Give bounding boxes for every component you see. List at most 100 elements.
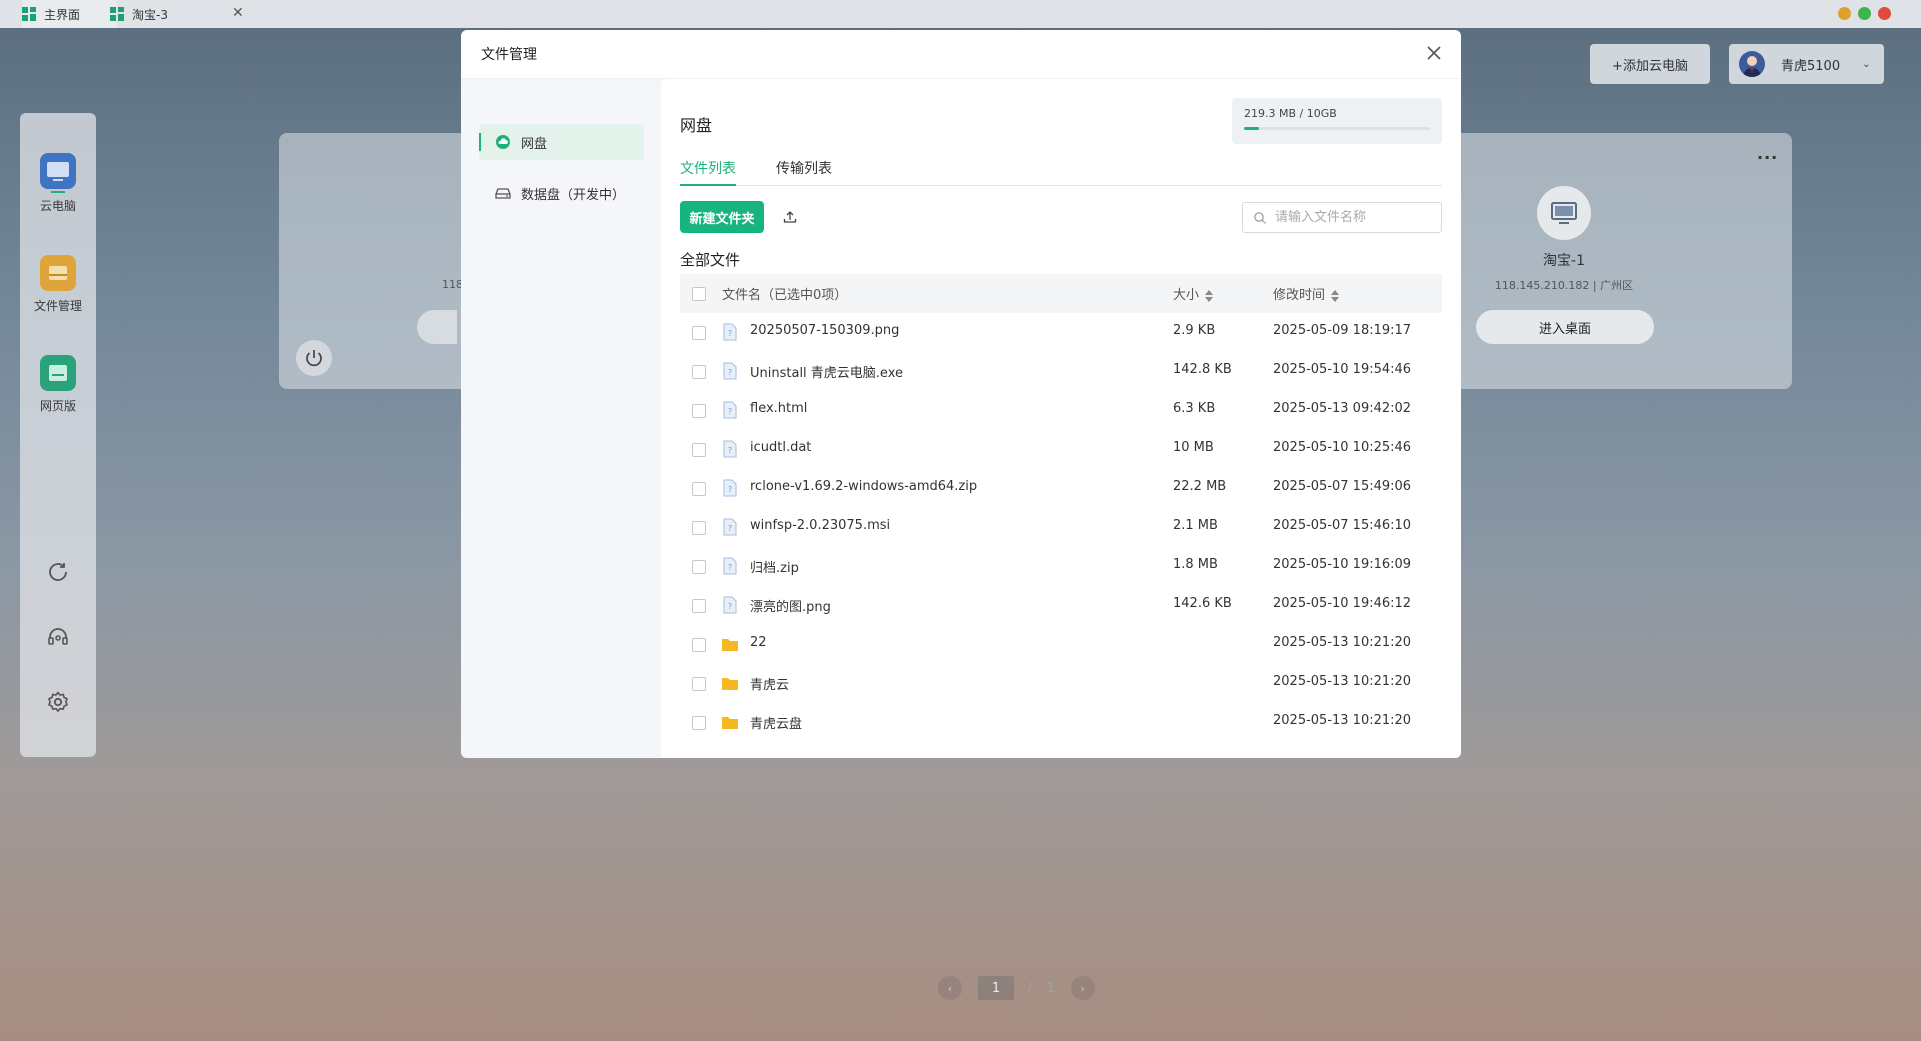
close-window-button[interactable] (1878, 7, 1891, 20)
search-input[interactable] (1275, 210, 1435, 225)
column-size[interactable]: 大小 (1173, 284, 1214, 303)
row-checkbox[interactable] (692, 716, 706, 730)
file-modified-time: 2025-05-10 19:46:12 (1273, 596, 1412, 611)
avatar (1739, 51, 1765, 77)
row-checkbox[interactable] (692, 599, 706, 613)
row-checkbox[interactable] (692, 638, 706, 652)
select-all-checkbox[interactable] (692, 287, 706, 301)
table-row[interactable]: ? flex.html 6.3 KB 2025-05-13 09:42:02 (680, 391, 1442, 430)
tab-taobao-label: 淘宝-3 (132, 7, 168, 22)
file-name[interactable]: 青虎云 (750, 674, 789, 693)
table-row[interactable]: 青虎云 2025-05-13 10:21:20 (680, 664, 1442, 703)
table-row[interactable]: ? 漂亮的图.png 142.6 KB 2025-05-10 19:46:12 (680, 586, 1442, 625)
tab-transfer-list[interactable]: 传输列表 (776, 158, 832, 178)
file-manager-dialog: 文件管理 网盘 数据盘（开发中） 网盘 219.3 MB / 10GB 文件列表… (461, 30, 1461, 758)
row-checkbox[interactable] (692, 365, 706, 379)
power-button[interactable] (296, 340, 332, 376)
tab-file-list[interactable]: 文件列表 (680, 158, 736, 186)
table-row[interactable]: ? 归档.zip 1.8 MB 2025-05-10 19:16:09 (680, 547, 1442, 586)
quota-fill (1244, 127, 1259, 130)
file-size: 22.2 MB (1173, 479, 1227, 494)
enter-desktop-button[interactable]: 进入桌面 (1476, 310, 1654, 344)
add-cloud-pc-button[interactable]: +添加云电脑 (1590, 44, 1710, 84)
app-grid-icon (22, 7, 36, 21)
column-time[interactable]: 修改时间 (1273, 284, 1340, 303)
file-name[interactable]: 22 (750, 635, 767, 650)
sidebar-item-label: 数据盘（开发中） (521, 187, 626, 203)
table-row[interactable]: ? 20250507-150309.png 2.9 KB 2025-05-09 18:… (680, 313, 1442, 352)
sidebar-item-data-disk[interactable]: 数据盘（开发中） (479, 175, 644, 211)
table-row[interactable]: 青虎云盘 2025-05-13 10:21:20 (680, 703, 1442, 742)
column-size-label: 大小 (1173, 288, 1200, 303)
hidden-pc-ip: 118 (442, 278, 463, 291)
table-row[interactable]: ? winfsp-2.0.23075.msi 2.1 MB 2025-05-07 15… (680, 508, 1442, 547)
row-checkbox[interactable] (692, 326, 706, 340)
row-checkbox[interactable] (692, 521, 706, 535)
table-row[interactable]: ? icudtl.dat 10 MB 2025-05-10 10:25:46 (680, 430, 1442, 469)
dialog-header: 文件管理 (461, 30, 1461, 79)
dock-item-web[interactable]: 网页版 (20, 355, 96, 414)
row-checkbox[interactable] (692, 677, 706, 691)
new-folder-button[interactable]: 新建文件夹 (680, 201, 764, 233)
minimize-button[interactable] (1838, 7, 1851, 20)
left-dock: 云电脑 文件管理 网页版 (20, 113, 96, 757)
close-icon[interactable] (1423, 42, 1445, 64)
table-row[interactable]: ? rclone-v1.69.2-windows-amd64.zip 22.2 MB… (680, 469, 1442, 508)
row-checkbox[interactable] (692, 404, 706, 418)
row-checkbox[interactable] (692, 560, 706, 574)
file-name[interactable]: 漂亮的图.png (750, 596, 831, 615)
file-size: 10 MB (1173, 440, 1214, 455)
more-options-icon[interactable]: ··· (1757, 148, 1778, 167)
gear-icon[interactable] (46, 690, 70, 714)
refresh-icon[interactable] (46, 560, 70, 584)
column-name: 文件名（已选中0项） (722, 288, 848, 303)
table-row[interactable]: ? Uninstall 青虎云电脑.exe 142.8 KB 2025-05-10 1… (680, 352, 1442, 391)
file-modified-time: 2025-05-13 09:42:02 (1273, 401, 1412, 416)
svg-text:?: ? (728, 485, 732, 494)
tab-close-icon[interactable]: ✕ (232, 5, 244, 21)
svg-text:?: ? (728, 563, 732, 572)
file-name[interactable]: 青虎云盘 (750, 713, 802, 732)
current-page[interactable]: 1 (978, 976, 1014, 1000)
file-name[interactable]: icudtl.dat (750, 440, 811, 455)
next-page-button[interactable]: › (1070, 976, 1095, 1000)
user-menu[interactable]: 青虎5100 ⌄ (1729, 44, 1884, 84)
row-checkbox[interactable] (692, 443, 706, 457)
hidden-enter-button[interactable] (417, 310, 457, 344)
dock-item-file-manager[interactable]: 文件管理 (20, 255, 96, 314)
file-name[interactable]: Uninstall 青虎云电脑.exe (750, 362, 903, 381)
file-name[interactable]: winfsp-2.0.23075.msi (750, 518, 890, 533)
dock-label-cloud-pc: 云电脑 (39, 199, 76, 213)
file-size: 2.1 MB (1173, 518, 1218, 533)
file-name[interactable]: 20250507-150309.png (750, 323, 899, 338)
file-size: 1.8 MB (1173, 557, 1218, 572)
row-checkbox[interactable] (692, 482, 706, 496)
prev-page-button[interactable]: ‹ (938, 976, 962, 1000)
file-name[interactable]: rclone-v1.69.2-windows-amd64.zip (750, 479, 977, 494)
file-name[interactable]: flex.html (750, 401, 807, 416)
table-row[interactable]: 22 2025-05-13 10:21:20 (680, 625, 1442, 664)
dock-item-cloud-pc[interactable]: 云电脑 (20, 153, 96, 214)
monitor-icon (1551, 202, 1577, 224)
tab-taobao-3[interactable]: 淘宝-3 (110, 0, 250, 28)
column-time-label: 修改时间 (1273, 288, 1326, 303)
file-unknown-icon: ? (723, 401, 737, 419)
file-unknown-icon: ? (723, 596, 737, 614)
storage-quota: 219.3 MB / 10GB (1232, 98, 1442, 144)
file-name[interactable]: 归档.zip (750, 557, 799, 576)
file-modified-time: 2025-05-10 10:25:46 (1273, 440, 1412, 455)
pc-ip: 118.145.210.182 | 广州区 (1494, 279, 1634, 292)
dock-label-web: 网页版 (39, 399, 76, 413)
folder-drive-icon (40, 255, 76, 291)
upload-icon[interactable] (782, 209, 798, 225)
tab-main[interactable]: 主界面 (22, 0, 117, 28)
file-modified-time: 2025-05-09 18:19:17 (1273, 323, 1412, 338)
headset-icon[interactable] (46, 625, 70, 649)
maximize-button[interactable] (1858, 7, 1871, 20)
app-grid-icon (110, 7, 124, 21)
sort-icon (1205, 289, 1214, 302)
file-table: 文件名（已选中0项） 大小 修改时间 ? 20250507-150309.png 2… (680, 274, 1442, 742)
sort-icon (1331, 289, 1340, 302)
sidebar-item-cloud-drive[interactable]: 网盘 (479, 124, 644, 160)
svg-text:?: ? (728, 368, 732, 377)
